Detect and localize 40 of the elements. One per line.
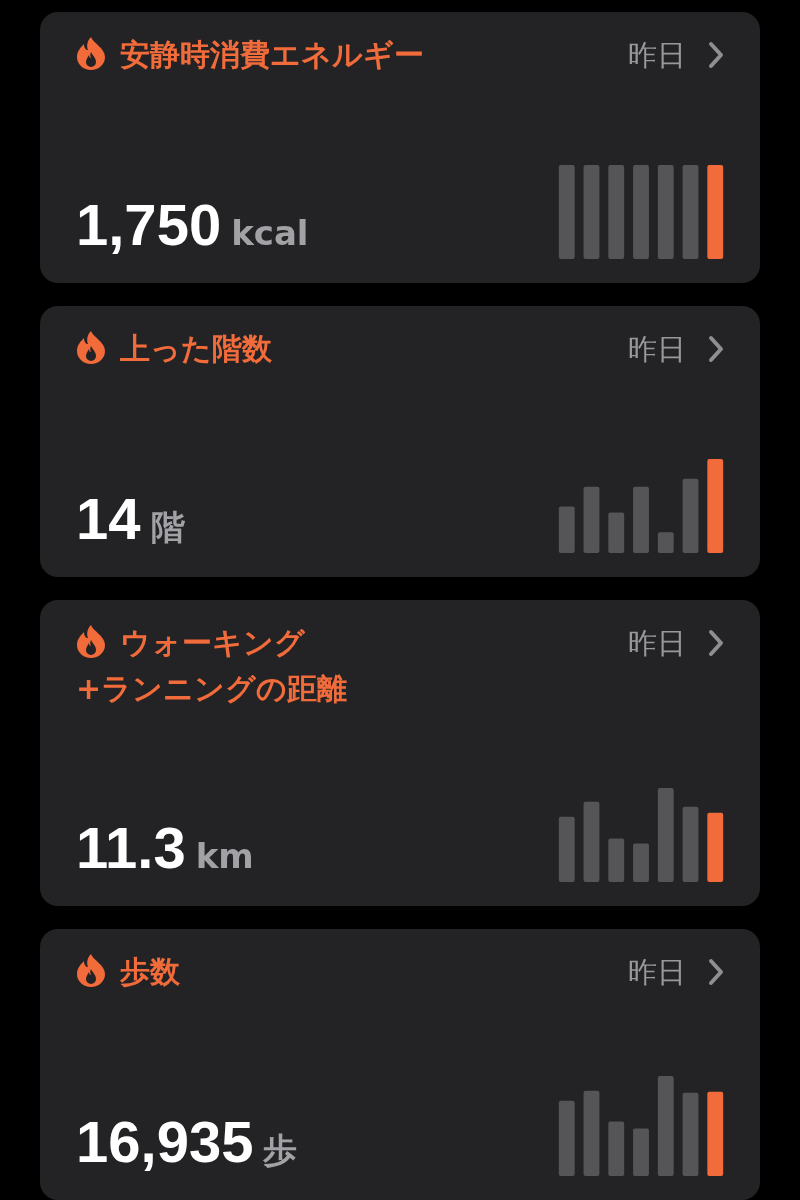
card-title: 歩数	[120, 954, 180, 989]
sparkline-bar	[633, 486, 649, 553]
metric-card[interactable]: 上った階数 昨日 14 階	[40, 306, 760, 577]
period-label: 昨日	[628, 954, 686, 991]
flame-icon	[76, 624, 106, 658]
metric-value: 11.3	[76, 819, 186, 877]
sparkline-bar	[633, 1128, 649, 1176]
metric-card[interactable]: 歩数 昨日 16,935 歩	[40, 929, 760, 1200]
sparkline-bar	[558, 816, 575, 882]
chevron-icon[interactable]	[708, 629, 724, 657]
period-label: 昨日	[628, 37, 686, 74]
flame-icon	[76, 953, 106, 987]
period-label: 昨日	[628, 625, 686, 662]
sparkline-bar	[657, 532, 674, 553]
metric-value: 14	[76, 490, 141, 548]
sparkline-bar	[707, 812, 724, 882]
flame-icon	[76, 36, 106, 70]
sparkline-bar	[608, 838, 625, 882]
card-title: 上った階数	[120, 331, 272, 366]
chevron-icon[interactable]	[708, 335, 724, 363]
card-title: ウォーキング	[120, 625, 305, 660]
sparkline-bar	[608, 512, 625, 553]
metric-card[interactable]: ウォーキング +ランニングの距離 昨日 11.3 km	[40, 600, 760, 906]
chevron-icon[interactable]	[708, 958, 724, 986]
card-title: 安静時消費エネルギー	[120, 37, 424, 72]
period-label: 昨日	[628, 331, 686, 368]
card-title: +ランニングの距離	[76, 671, 348, 706]
metric-card[interactable]: 安静時消費エネルギー 昨日 1,750 kcal	[40, 12, 760, 283]
unit-label: kcal	[231, 212, 309, 255]
sparkline-bar	[583, 486, 600, 553]
flame-icon	[76, 330, 106, 364]
sparkline-bar	[608, 1121, 625, 1176]
unit-label: km	[195, 835, 254, 878]
metric-value: 1,750	[76, 196, 222, 254]
sparkline-bar	[558, 506, 575, 553]
unit-label: 歩	[263, 1129, 298, 1172]
chevron-icon[interactable]	[708, 41, 724, 69]
metric-value: 16,935	[76, 1113, 254, 1171]
unit-label: 階	[150, 506, 185, 549]
sparkline-bar	[633, 843, 649, 882]
